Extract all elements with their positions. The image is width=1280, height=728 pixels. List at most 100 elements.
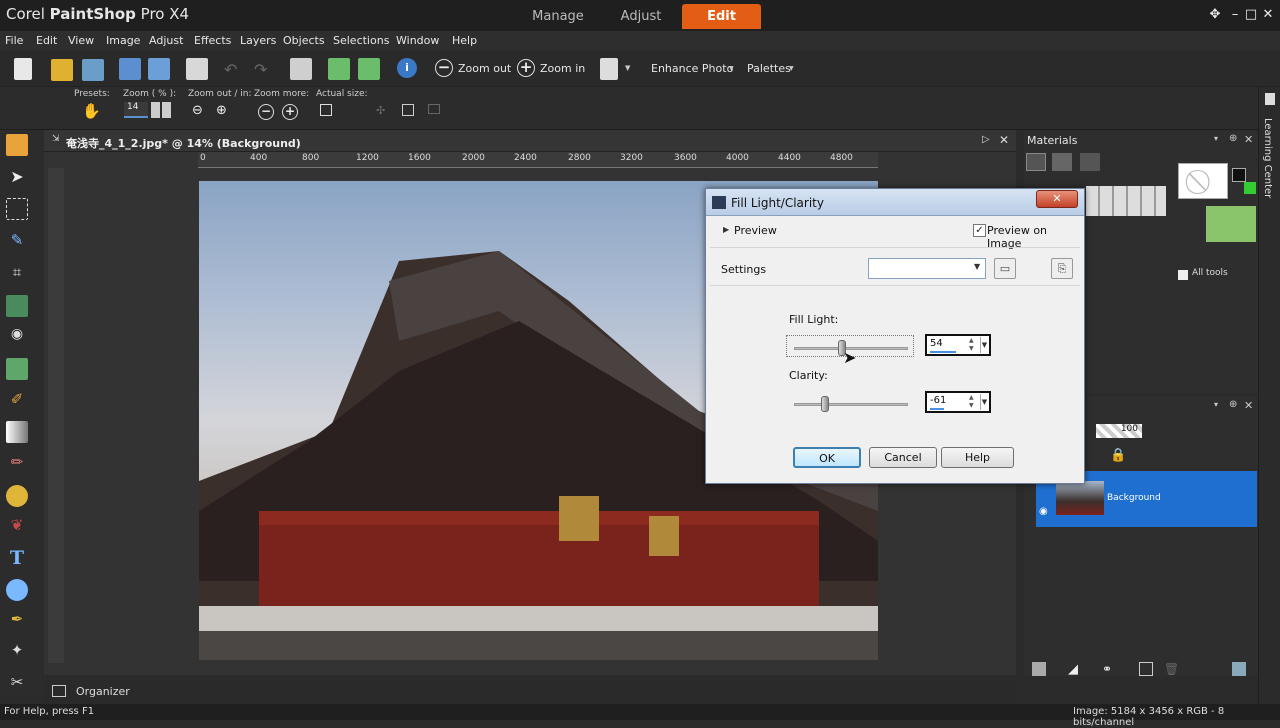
tab-manage[interactable]: Manage xyxy=(518,4,598,29)
zoom-dropdown[interactable] xyxy=(162,102,171,118)
organizer-label[interactable]: Organizer xyxy=(76,685,130,698)
info-icon[interactable]: i xyxy=(397,58,417,78)
expand-triangle-icon[interactable]: ▶ xyxy=(723,225,729,234)
panel-menu-icon[interactable]: ▾ xyxy=(1214,400,1218,409)
properties-icon[interactable] xyxy=(1232,662,1246,676)
background-swatch[interactable] xyxy=(1244,182,1256,194)
chevron-down-icon[interactable]: ▼ xyxy=(974,262,980,271)
menu-file[interactable]: File xyxy=(5,34,23,47)
cancel-button[interactable]: Cancel xyxy=(869,447,937,468)
paint-tool-icon[interactable]: ❦ xyxy=(6,516,28,538)
clarity-spinbox[interactable]: -61 ▲ ▼ ▼ xyxy=(925,391,991,413)
zoom-in-small-icon[interactable]: ⊕ xyxy=(216,103,227,118)
pin-icon[interactable]: ⊕ xyxy=(1229,399,1237,410)
chevron-down-icon[interactable]: ▼ xyxy=(625,64,630,72)
text-tool-icon[interactable]: T xyxy=(6,547,28,569)
scroll-tabs-icon[interactable]: ▷ xyxy=(982,134,990,145)
dropper-tool-icon[interactable]: ✎ xyxy=(6,231,28,253)
no-fill-icon[interactable]: ⃠ xyxy=(1178,163,1228,199)
document-icon[interactable] xyxy=(600,58,618,80)
zoom-out-icon[interactable]: − xyxy=(435,59,453,77)
learning-center-icon[interactable] xyxy=(1265,93,1275,105)
selection-tool-icon[interactable] xyxy=(6,198,28,220)
pen-tool-icon[interactable]: ✒ xyxy=(6,610,28,632)
menu-view[interactable]: View xyxy=(68,34,94,47)
menu-window[interactable]: Window xyxy=(396,34,439,47)
menu-adjust[interactable]: Adjust xyxy=(149,34,183,47)
opacity-field[interactable]: 100 xyxy=(1096,424,1142,438)
swatches-tab[interactable] xyxy=(1080,153,1100,171)
zoom-percent-input[interactable]: 14 xyxy=(124,102,148,118)
menu-image[interactable]: Image xyxy=(106,34,140,47)
hand-icon[interactable]: ✋ xyxy=(82,102,101,120)
pin-icon[interactable]: ⊕ xyxy=(1229,133,1237,144)
texture-swatch[interactable] xyxy=(1206,206,1256,242)
adjust-layer-icon[interactable]: ◢ xyxy=(1068,662,1082,677)
close-panel-icon[interactable]: ✕ xyxy=(1244,133,1253,146)
gradient-tool-icon[interactable] xyxy=(6,421,28,443)
pan-tool-icon[interactable] xyxy=(6,134,28,156)
menu-objects[interactable]: Objects xyxy=(283,34,325,47)
zoom-more-out-icon[interactable]: − xyxy=(258,104,274,120)
load-preset-icon[interactable]: ⎘ xyxy=(1051,258,1073,279)
frame-tab[interactable] xyxy=(1026,153,1046,171)
panel-menu-icon[interactable]: ▾ xyxy=(1214,134,1218,143)
settings-icon[interactable]: ✥ xyxy=(1206,6,1224,24)
preview-toggle[interactable]: Preview xyxy=(734,224,777,237)
mask-icon[interactable]: ⚭ xyxy=(1102,662,1118,676)
all-tools-checkbox[interactable] xyxy=(1178,270,1188,280)
brush-tool-icon[interactable]: ✂ xyxy=(6,673,28,695)
zoom-out-label[interactable]: Zoom out xyxy=(458,62,511,75)
zoom-in-icon[interactable]: + xyxy=(517,59,535,77)
new-file-icon[interactable] xyxy=(14,58,32,80)
crop-tool-icon[interactable]: ⌗ xyxy=(6,263,28,285)
scan-icon[interactable] xyxy=(82,59,104,81)
close-panel-icon[interactable]: ✕ xyxy=(1244,399,1253,412)
red-eye-tool-icon[interactable]: ◉ xyxy=(6,326,28,348)
rotate-left-icon[interactable] xyxy=(328,58,350,80)
menu-selections[interactable]: Selections xyxy=(333,34,389,47)
pick-tool-icon[interactable]: ➤ xyxy=(6,167,28,189)
straighten-tool-icon[interactable] xyxy=(6,295,28,317)
redo-icon[interactable]: ↷ xyxy=(254,60,267,79)
fill-tool-icon[interactable] xyxy=(6,485,28,507)
pin-icon[interactable]: ⇲ xyxy=(52,134,60,144)
eraser-tool-icon[interactable]: ✏ xyxy=(6,453,28,475)
print-icon[interactable] xyxy=(186,58,208,80)
new-layer-icon[interactable] xyxy=(1032,662,1046,676)
clarity-slider-thumb[interactable] xyxy=(821,396,829,412)
layer-name[interactable]: Background xyxy=(1107,493,1161,503)
zoom-more-in-icon[interactable]: + xyxy=(282,104,298,120)
clone-tool-icon[interactable]: ✐ xyxy=(6,390,28,412)
rainbow-tab[interactable] xyxy=(1052,153,1072,171)
settings-dropdown[interactable] xyxy=(868,258,986,279)
zoom-spinner[interactable] xyxy=(151,102,160,118)
crop-resize-icon[interactable] xyxy=(290,58,312,80)
learning-center-label[interactable]: Learning Center xyxy=(1262,118,1273,198)
open-folder-icon[interactable] xyxy=(51,59,73,81)
close-document-icon[interactable]: ✕ xyxy=(999,133,1009,147)
menu-edit[interactable]: Edit xyxy=(36,34,57,47)
help-button[interactable]: Help xyxy=(941,447,1014,468)
undo-icon[interactable]: ↶ xyxy=(224,60,237,79)
tab-adjust[interactable]: Adjust xyxy=(602,4,680,29)
rotate-right-icon[interactable] xyxy=(358,58,380,80)
actual-size-icon[interactable] xyxy=(320,104,332,116)
shape-tool-icon[interactable] xyxy=(6,579,28,601)
duplicate-layer-icon[interactable] xyxy=(1139,662,1153,676)
save-as-icon[interactable] xyxy=(148,58,170,80)
foreground-swatch[interactable] xyxy=(1232,168,1246,182)
maximize-button[interactable]: □ xyxy=(1242,6,1260,24)
organizer-icon[interactable] xyxy=(52,685,66,697)
lock-icon[interactable]: 🔒 xyxy=(1110,448,1126,463)
save-icon[interactable] xyxy=(119,58,141,80)
dialog-close-button[interactable]: ✕ xyxy=(1036,190,1078,208)
zoom-in-label[interactable]: Zoom in xyxy=(540,62,585,75)
close-button[interactable]: ✕ xyxy=(1259,6,1277,24)
zoom-out-small-icon[interactable]: ⊖ xyxy=(192,103,203,118)
tab-edit[interactable]: Edit xyxy=(682,4,761,29)
fill-light-spinbox[interactable]: 54 ▲ ▼ ▼ xyxy=(925,334,991,356)
palettes-menu[interactable]: Palettes xyxy=(747,62,791,75)
menu-help[interactable]: Help xyxy=(452,34,477,47)
enhance-photo-menu[interactable]: Enhance Photo xyxy=(651,62,733,75)
